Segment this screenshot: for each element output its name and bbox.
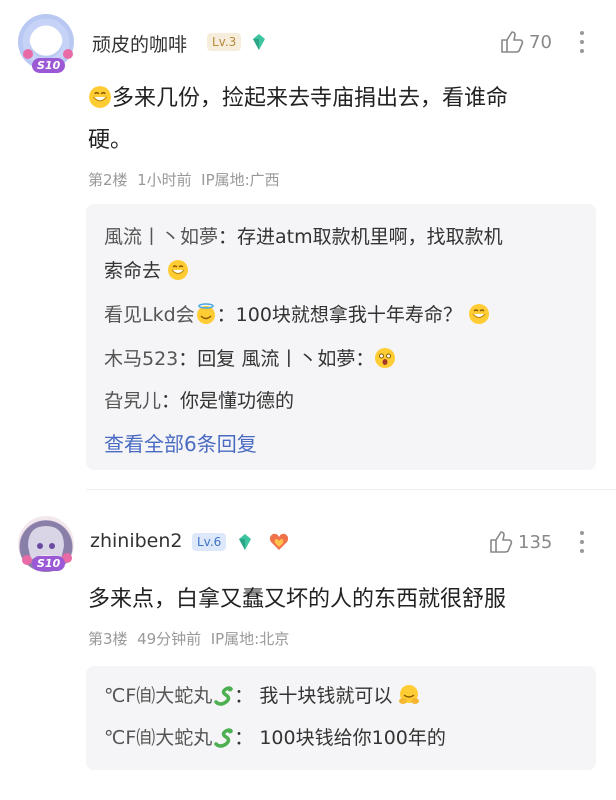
reply-item[interactable]: ℃F㉂大蛇丸 ： 100块钱给你100年的 (104, 721, 584, 755)
reply-separator: ： (161, 390, 181, 412)
reply-word: 回复 (197, 348, 236, 370)
more-options-icon[interactable] (579, 30, 585, 54)
grin-emoji-icon (89, 86, 111, 108)
username[interactable]: zhiniben2 (90, 530, 183, 552)
snake-emoji-icon (214, 728, 234, 748)
like-icon[interactable] (488, 529, 514, 555)
grin-emoji-icon (469, 304, 489, 324)
reply-item[interactable]: ℃F㉂大蛇丸 ： 我十块钱就可以 (104, 679, 584, 713)
reply-author[interactable]: 旮旯儿 (104, 390, 161, 412)
like-count: 135 (518, 532, 553, 553)
reply-separator: ： (234, 727, 254, 749)
grin-emoji-icon (168, 260, 189, 280)
comment-text-line2: 硬。 (88, 128, 133, 153)
reply-text-line2: 索命去 (104, 260, 162, 282)
reply-author[interactable]: 風流丨丶如夢 (104, 226, 218, 248)
snake-emoji-icon (214, 686, 234, 706)
user-avatar[interactable]: S10 (18, 516, 74, 572)
reply-author[interactable]: 木马523 (104, 348, 178, 370)
reply-text: 存进atm取款机里啊，找取款机 (237, 226, 503, 248)
like-icon[interactable] (499, 29, 525, 55)
level-badge: Lv.3 (207, 33, 242, 51)
reply-item[interactable]: 旮旯儿：你是懂功德的 (104, 384, 584, 418)
user-avatar[interactable]: S10 (18, 14, 74, 73)
avatar-badge: S10 (32, 58, 66, 73)
reply-text: 你是懂功德的 (180, 390, 295, 412)
halo-smile-emoji-icon (196, 303, 215, 324)
comment-meta: 第3楼 49分钟前 IP属地:北京 (88, 630, 290, 648)
reply-text: 100块就想拿我十年寿命？ (235, 304, 462, 326)
username[interactable]: 顽皮的咖啡 (92, 30, 187, 57)
comment-floor-3: S10 zhiniben2 Lv.6 135 多来点，白拿又蠢又坏的人的东西就很… (0, 490, 616, 800)
reply-separator: ： (234, 685, 254, 707)
reply-text: 我十块钱就可以 (259, 685, 393, 707)
comment-text: 多来点，白拿又蠢又坏的人的东西就很舒服 (88, 587, 507, 612)
astonished-emoji-icon (375, 348, 396, 368)
more-options-icon[interactable] (579, 530, 585, 554)
reply-separator: ： (218, 226, 238, 248)
level-badge: Lv.6 (192, 533, 227, 551)
reply-separator: ： (355, 348, 375, 370)
gem-icon (239, 534, 251, 550)
comment-text: 多来几份，捡起来去寺庙捐出去，看谁命 硬。 (88, 78, 598, 162)
reply-target[interactable]: 風流丨丶如夢 (241, 348, 355, 370)
view-all-replies-link[interactable]: 查看全部6条回复 (104, 428, 257, 457)
reply-item[interactable]: 看见Lkd会 ：100块就想拿我十年寿命？ (104, 298, 584, 332)
reply-separator: ： (216, 304, 236, 326)
reply-item[interactable]: 風流丨丶如夢：存进atm取款机里啊，找取款机 索命去 (104, 220, 584, 288)
reply-text: 100块钱给你100年的 (259, 727, 446, 749)
fire-heart-badge-icon (269, 533, 289, 550)
reply-author[interactable]: ℃F㉂大蛇丸 (104, 727, 212, 749)
comment-floor-2: S10 顽皮的咖啡 Lv.3 70 多来几份，捡起来去寺庙捐出去，看谁命 硬。 … (0, 0, 616, 490)
comment-meta: 第2楼 1小时前 IP属地:广西 (88, 171, 280, 189)
reply-box: 風流丨丶如夢：存进atm取款机里啊，找取款机 索命去 看见Lkd会 ：100块就… (86, 204, 596, 470)
hug-emoji-icon (399, 685, 420, 704)
reply-item[interactable]: 木马523：回复 風流丨丶如夢： (104, 342, 584, 376)
reply-author[interactable]: ℃F㉂大蛇丸 (104, 685, 212, 707)
reply-separator: ： (178, 348, 198, 370)
avatar-badge: S10 (32, 556, 66, 571)
gem-icon (253, 34, 265, 50)
reply-box: ℃F㉂大蛇丸 ： 我十块钱就可以 ℃F㉂大蛇丸 ： 100块钱给你100年的 (86, 666, 596, 770)
comment-text-line1: 多来几份，捡起来去寺庙捐出去，看谁命 (112, 86, 509, 111)
like-count: 70 (529, 32, 552, 53)
reply-author[interactable]: 看见Lkd会 (104, 304, 195, 326)
